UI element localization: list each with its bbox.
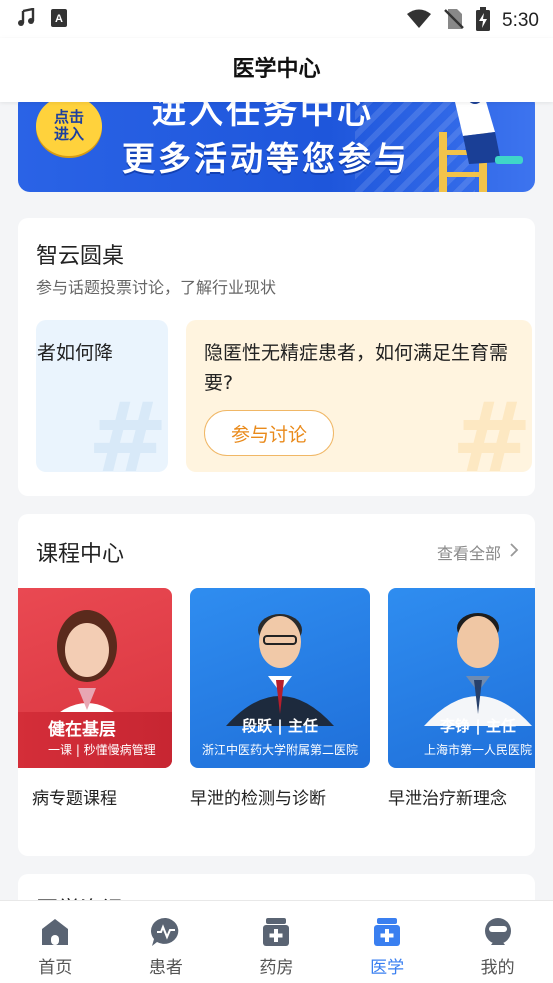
bottom-tab-bar: 首页 患者 药房 医学 我的 [0, 900, 553, 983]
course-thumb-name: 李铮 | 主任 [440, 717, 516, 735]
doctor-portrait-icon [42, 610, 132, 728]
hash-icon: # [87, 382, 168, 472]
tab-pharmacy-label: 药房 [259, 958, 294, 978]
topic-text: 隐匿性无精症患者，如何满足生育需要? [204, 342, 509, 394]
tab-home[interactable]: 首页 [0, 901, 111, 983]
hash-icon: # [451, 382, 532, 472]
page-title: 医学中心 [232, 57, 321, 82]
view-all-link[interactable]: 查看全部 [437, 540, 519, 564]
tab-home-label: 首页 [38, 958, 73, 978]
view-all-label: 查看全部 [436, 544, 501, 563]
course-title: 病专题课程 [32, 789, 117, 809]
profile-icon [484, 918, 511, 945]
home-icon [42, 919, 69, 945]
pharmacy-icon [263, 918, 290, 946]
topic-card[interactable]: # 患者如何降 [36, 320, 168, 472]
tab-patient[interactable]: 患者 [111, 901, 222, 983]
tab-profile-label: 我的 [480, 958, 515, 978]
course-thumb-name: 段跃 | 主任 [242, 717, 318, 735]
banner-line-2: 更多活动等您参与 [122, 139, 410, 178]
no-sim-icon [444, 8, 464, 34]
doctor-illustration-icon [439, 92, 523, 192]
banner-enter-badge[interactable]: 点击进入 [36, 96, 102, 156]
banner-badge-text: 点击进入 [53, 108, 84, 143]
course-thumb-subtitle: 浙江中医药大学附属第二医院 [201, 743, 358, 757]
medicine-box-icon [374, 918, 401, 946]
tab-patient-label: 患者 [148, 958, 183, 978]
course-thumb-subtitle: 上海市第一人民医院 [423, 743, 532, 757]
course-thumbnail: 李铮 | 主任 上海市第一人民医院 [388, 588, 535, 768]
roundtable-title: 智云圆桌 [36, 244, 125, 269]
course-thumb-subtitle: 一课 | 秒懂慢病管理 [48, 743, 156, 757]
course-thumbnail: 健在基层 一课 | 秒懂慢病管理 [18, 588, 172, 768]
wifi-icon [406, 9, 432, 33]
task-center-banner[interactable]: 进入任务中心 更多活动等您参与 点击进入 [18, 92, 535, 192]
course-title: 早泄治疗新理念 [388, 789, 507, 809]
status-bar: A 5:30 [0, 0, 553, 38]
music-note-icon [16, 7, 36, 32]
title-bar: 医学中心 [0, 38, 553, 102]
tab-pharmacy[interactable]: 药房 [221, 901, 332, 983]
status-time: 5:30 [502, 10, 539, 31]
doctor-portrait-icon [424, 613, 532, 726]
roundtable-subtitle: 参与话题投票讨论，了解行业现状 [36, 278, 277, 297]
course-thumb-name: 健在基层 [48, 720, 116, 740]
course-center-title: 课程中心 [36, 542, 125, 567]
doctor-portrait-icon [226, 614, 334, 726]
tab-medicine[interactable]: 医学 [332, 901, 443, 983]
tab-profile[interactable]: 我的 [442, 901, 553, 983]
svg-text:A: A [55, 13, 63, 25]
course-title: 早泄的检测与诊断 [190, 789, 326, 809]
tab-medicine-label: 医学 [370, 958, 405, 978]
topic-card[interactable]: # 隐匿性无精症患者，如何满足生育需要? 参与讨论 [186, 320, 532, 472]
chevron-right-icon [509, 542, 519, 562]
course-thumbnail: 段跃 | 主任 浙江中医药大学附属第二医院 [190, 588, 370, 768]
patient-chat-icon [150, 917, 179, 946]
battery-charging-icon [476, 7, 491, 35]
roundtable-card: 智云圆桌 参与话题投票讨论，了解行业现状 # 患者如何降 # 隐匿性无精症患者，… [18, 218, 535, 496]
join-discussion-button[interactable]: 参与讨论 [204, 410, 334, 456]
a-icon: A [50, 8, 68, 32]
topic-text: 患者如何降 [36, 342, 114, 364]
course-center-card: 课程中心 查看全部 健在基层 一课 | 秒懂慢病管理 病专题课程 段跃 | 主任… [18, 514, 535, 856]
